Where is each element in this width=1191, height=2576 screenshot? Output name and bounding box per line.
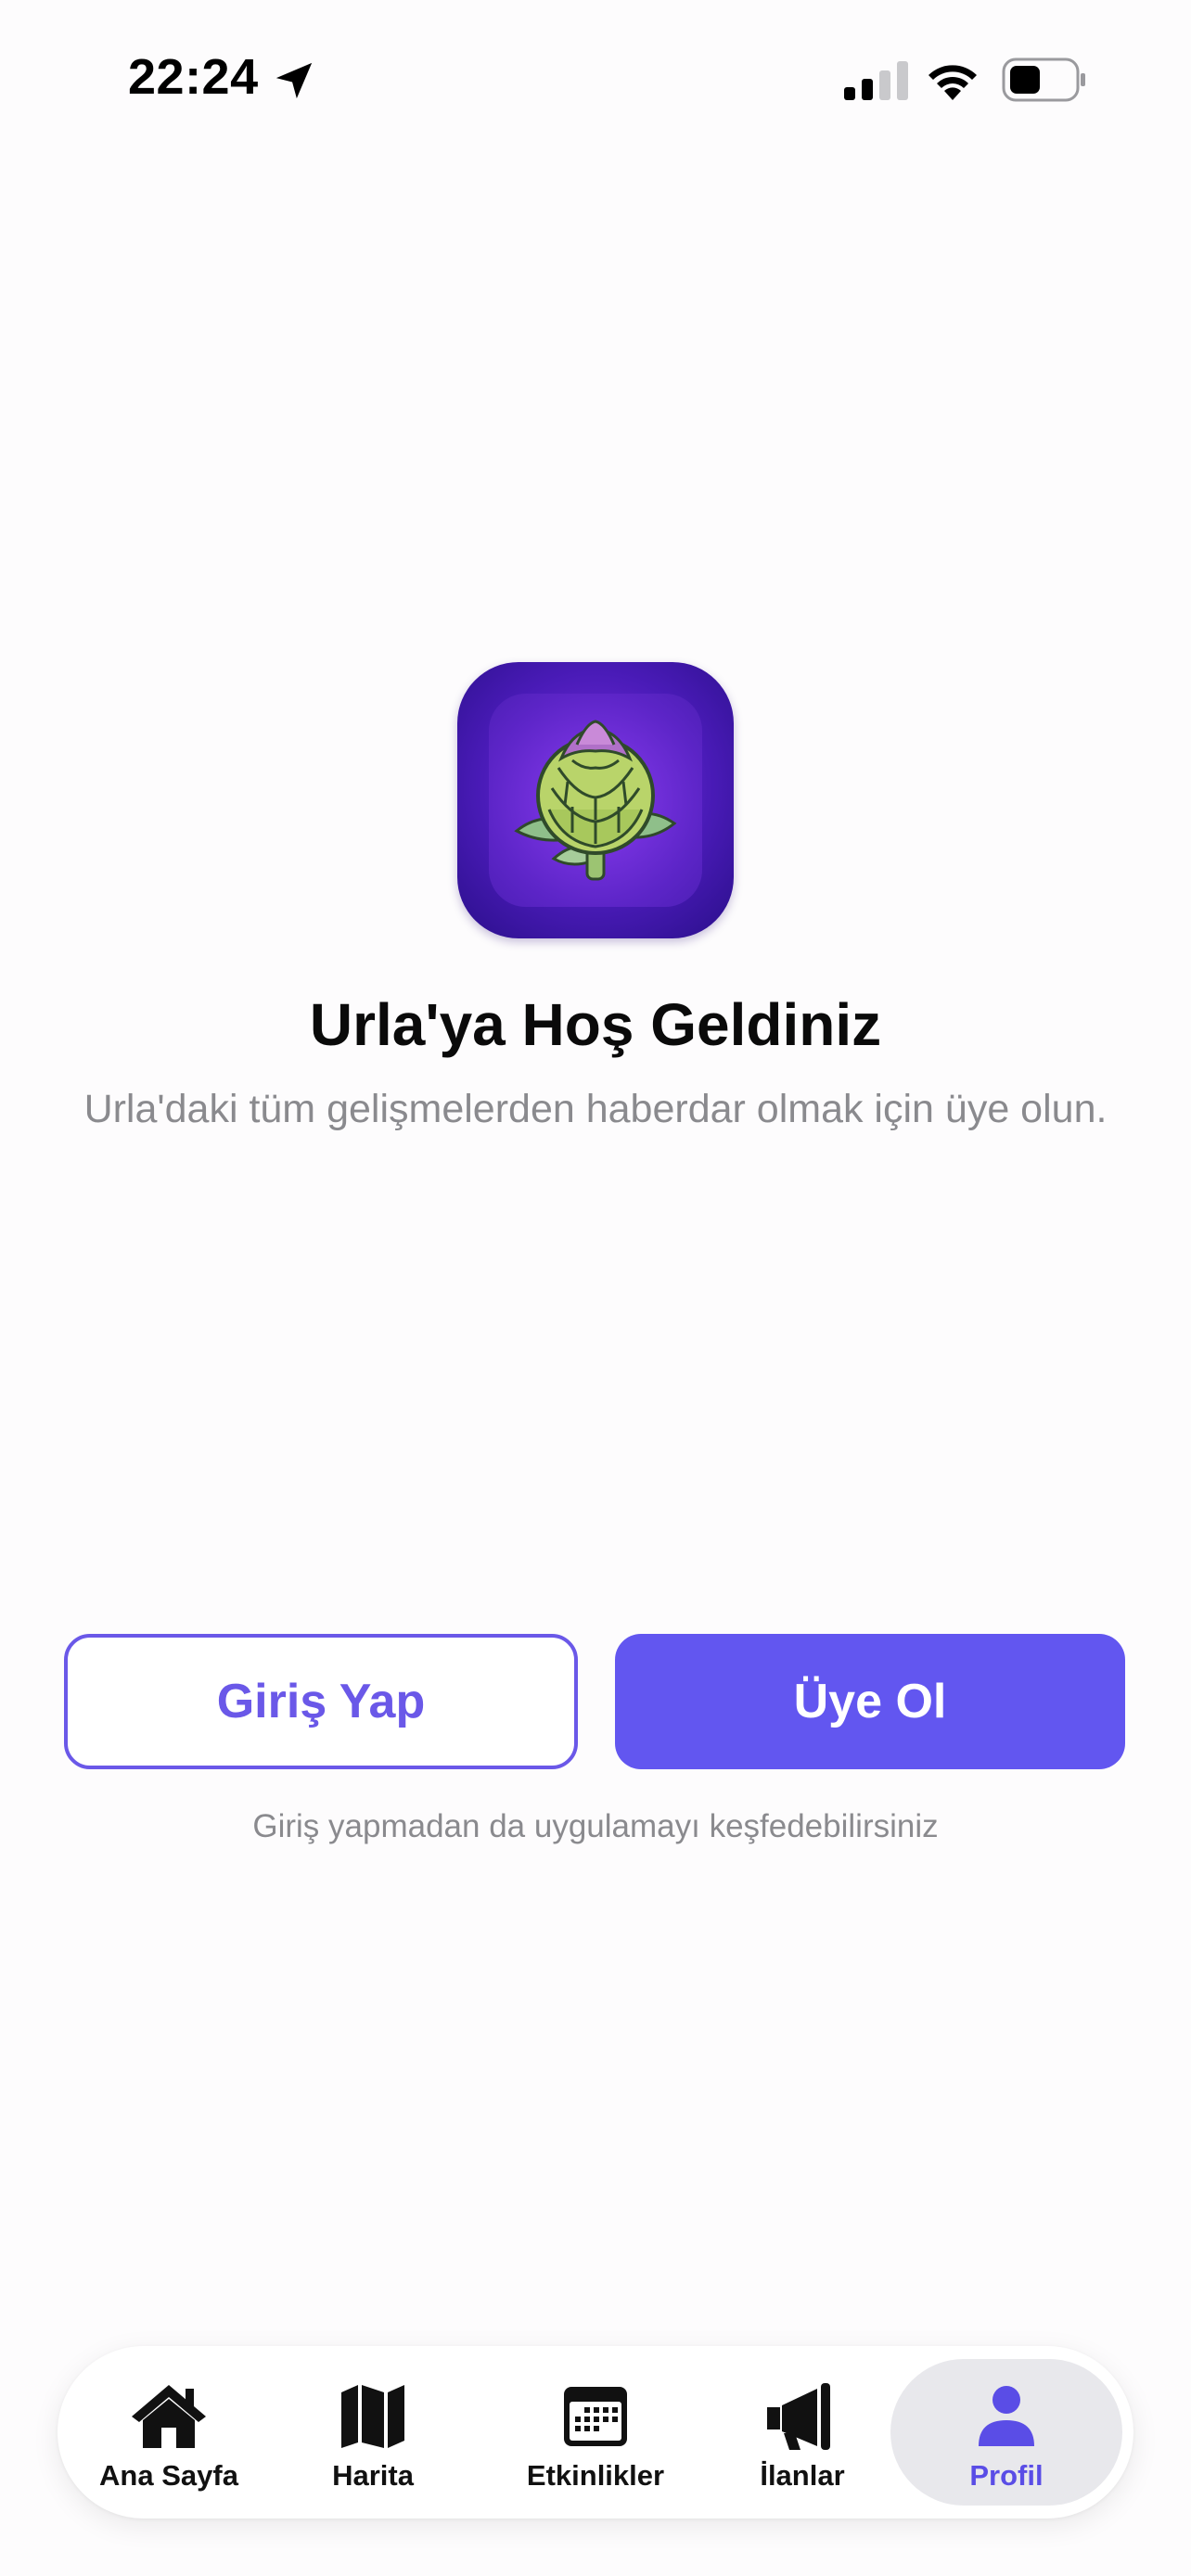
tab-label: Ana Sayfa xyxy=(99,2459,238,2492)
status-time: 22:24 xyxy=(128,49,259,105)
login-button[interactable]: Giriş Yap xyxy=(64,1634,578,1769)
map-icon xyxy=(341,2385,404,2448)
status-bar: 22:24 xyxy=(0,0,1191,158)
tab-map[interactable]: Harita xyxy=(262,2359,484,2506)
app-logo xyxy=(457,662,734,938)
tab-home[interactable]: Ana Sayfa xyxy=(58,2359,280,2506)
welcome-subtitle: Urla'daki tüm gelişmelerden haberdar olm… xyxy=(83,1087,1108,1131)
tab-bar: Ana Sayfa Harita Etkinlikler İlanlar Pro… xyxy=(58,2346,1133,2519)
tab-listings[interactable]: İlanlar xyxy=(691,2359,914,2506)
location-arrow-icon xyxy=(275,62,313,99)
house-icon xyxy=(132,2385,206,2448)
person-icon xyxy=(979,2386,1034,2446)
tab-label: Etkinlikler xyxy=(526,2459,665,2492)
battery-icon xyxy=(1002,57,1085,102)
tab-label: Harita xyxy=(332,2459,414,2492)
tab-label: Profil xyxy=(969,2459,1044,2492)
explore-without-login-note: Giriş yapmadan da uygulamayı keşfedebili… xyxy=(252,1808,939,1844)
signup-button[interactable]: Üye Ol xyxy=(615,1634,1125,1769)
wifi-icon xyxy=(928,65,977,100)
welcome-title: Urla'ya Hoş Geldiniz xyxy=(309,991,882,1058)
tab-events[interactable]: Etkinlikler xyxy=(484,2359,707,2506)
calendar-icon xyxy=(564,2387,627,2446)
cellular-signal-icon xyxy=(844,61,908,100)
artichoke-icon xyxy=(514,720,677,881)
megaphone-icon xyxy=(767,2383,830,2450)
tab-label: İlanlar xyxy=(760,2459,845,2492)
tab-profile[interactable]: Profil xyxy=(890,2359,1122,2506)
